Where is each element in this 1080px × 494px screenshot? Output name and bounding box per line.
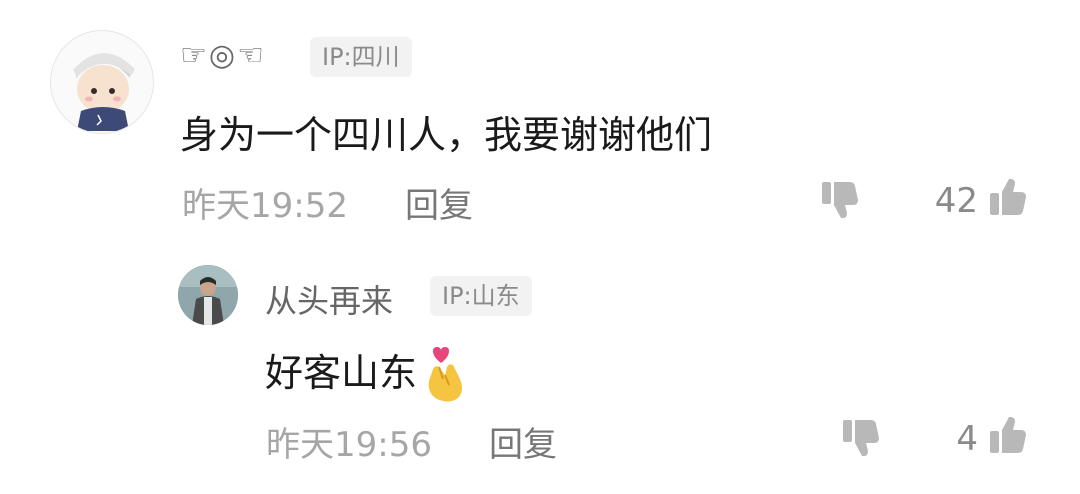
reply-ip-location-badge: IP:山东 [430, 276, 532, 316]
reply-time: 昨天19:56 [266, 425, 432, 465]
reply-text: 好客山东 [265, 351, 418, 395]
ip-location-badge: IP:四川 [310, 37, 412, 77]
username[interactable]: ☞◎☜ [180, 38, 266, 73]
avatar[interactable] [50, 30, 154, 134]
comment-time: 昨天19:52 [182, 186, 348, 226]
comment-text: 身为一个四川人，我要谢谢他们 [180, 113, 713, 157]
reply-text-line: 好客山东 [265, 342, 469, 405]
reply-like-icon[interactable] [988, 415, 1028, 455]
reply-like-count: 4 [956, 419, 978, 459]
avatar-illustration [73, 53, 135, 131]
dislike-icon[interactable] [820, 180, 860, 220]
heart-hands-emoji-icon [423, 346, 469, 405]
like-icon[interactable] [988, 177, 1028, 217]
avatar-photo [178, 265, 238, 325]
reply-username[interactable]: 从头再来 [265, 276, 393, 322]
reply-dislike-icon[interactable] [841, 418, 881, 458]
reply-reply-button[interactable]: 回复 [489, 417, 557, 466]
reply-avatar[interactable] [178, 265, 238, 325]
like-count: 42 [934, 181, 978, 221]
reply-button[interactable]: 回复 [405, 178, 473, 227]
